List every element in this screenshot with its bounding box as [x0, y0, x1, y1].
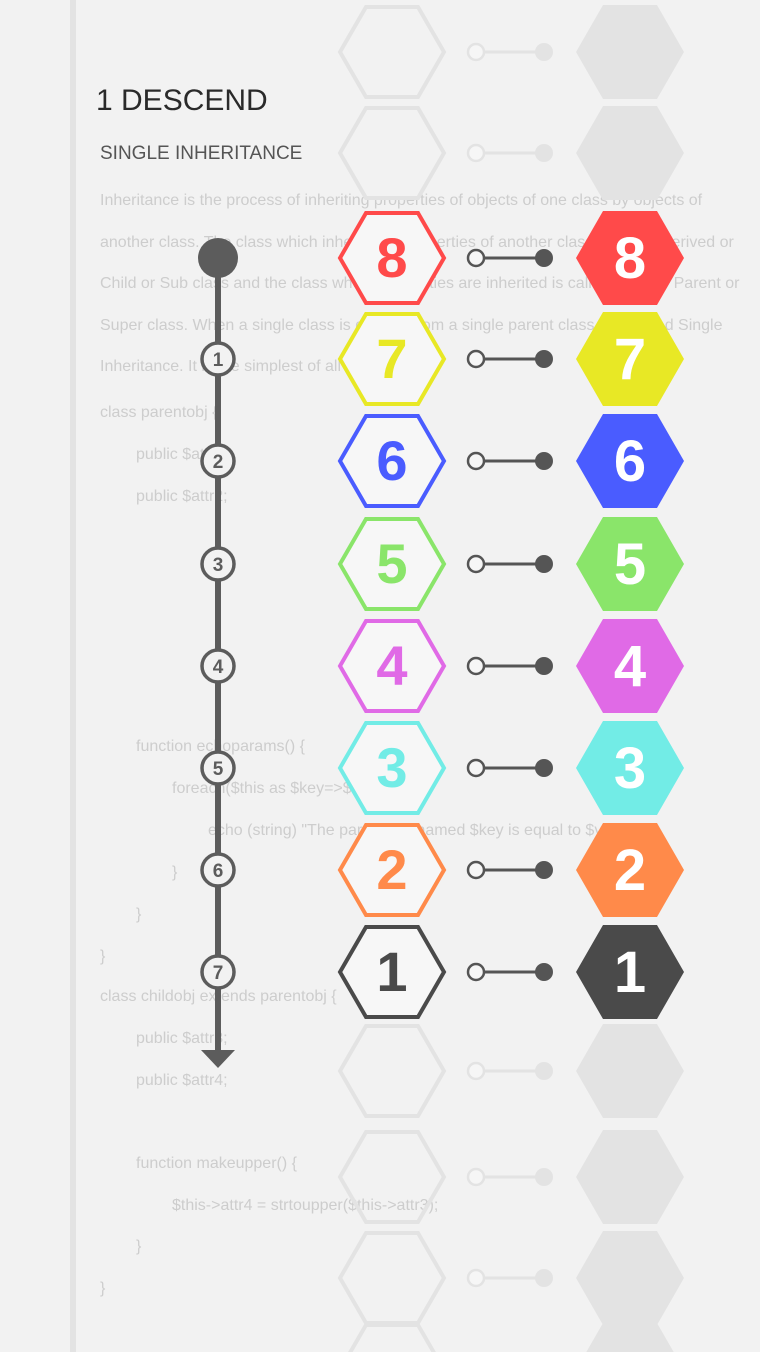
pair-connector	[466, 248, 553, 268]
timeline-step: 2	[200, 443, 236, 479]
timeline-step-label: 4	[213, 657, 224, 678]
right-hex-value: 8	[614, 226, 646, 291]
left-hex-value: 1	[376, 940, 407, 1003]
right-hex-tile[interactable]: 2	[576, 823, 684, 917]
left-hex-value: 7	[376, 327, 407, 390]
left-hex-value: 6	[376, 429, 407, 492]
right-hex-value: 1	[614, 940, 646, 1005]
left-hex-tile[interactable]: 4	[337, 619, 447, 713]
pair-row[interactable]: 77	[337, 312, 684, 406]
right-hex-tile[interactable]: 4	[576, 619, 684, 713]
pair-connector	[466, 656, 553, 676]
timeline-arrow-icon	[201, 1050, 235, 1068]
left-hex-value: 4	[376, 634, 407, 697]
timeline: 1 2 3 4 5 6 7	[198, 238, 238, 1068]
left-hex-tile[interactable]: 5	[337, 517, 447, 611]
right-hex-value: 4	[614, 634, 646, 699]
pair-row[interactable]: 66	[337, 414, 684, 508]
empty-row	[337, 106, 684, 200]
timeline-step-label: 1	[213, 350, 224, 371]
timeline-step-label: 5	[213, 759, 224, 780]
right-hex-value: 2	[614, 838, 646, 903]
empty-row	[348, 1323, 674, 1352]
timeline-step: 4	[200, 648, 236, 684]
timeline-step-label: 2	[213, 452, 224, 473]
empty-row	[337, 1024, 684, 1118]
timeline-step: 7	[200, 954, 236, 990]
left-hex-value: 5	[376, 532, 407, 595]
right-hex-tile[interactable]: 7	[576, 312, 684, 406]
timeline-step: 6	[200, 852, 236, 888]
timeline-start-dot	[198, 238, 238, 278]
pair-row[interactable]: 11	[337, 925, 684, 1019]
empty-row	[337, 1231, 684, 1325]
left-hex-tile[interactable]: 7	[337, 312, 447, 406]
left-hex-tile[interactable]: 1	[337, 925, 447, 1019]
left-hex-value: 8	[376, 226, 407, 289]
right-hex-tile[interactable]: 1	[576, 925, 684, 1019]
pair-connector	[466, 451, 553, 471]
right-hex-tile[interactable]: 6	[576, 414, 684, 508]
left-hex-tile[interactable]: 2	[337, 823, 447, 917]
left-hex-value: 3	[376, 736, 407, 799]
right-hex-value: 3	[614, 736, 646, 801]
pair-row[interactable]: 44	[337, 619, 684, 713]
timeline-step-label: 7	[213, 963, 224, 984]
timeline-step-label: 6	[213, 861, 224, 882]
pair-connector	[466, 758, 553, 778]
timeline-step: 1	[200, 341, 236, 377]
timeline-step: 5	[200, 750, 236, 786]
pair-connector	[466, 860, 553, 880]
pair-row[interactable]: 22	[337, 823, 684, 917]
right-hex-value: 7	[614, 327, 646, 392]
pair-row[interactable]: 88	[337, 211, 684, 305]
pair-connector	[466, 554, 553, 574]
pair-row[interactable]: 33	[337, 721, 684, 815]
pair-row[interactable]: 55	[337, 517, 684, 611]
left-hex-tile[interactable]: 6	[337, 414, 447, 508]
right-hex-tile[interactable]: 3	[576, 721, 684, 815]
timeline-step: 3	[200, 546, 236, 582]
right-hex-value: 5	[614, 532, 646, 597]
left-hex-tile[interactable]: 3	[337, 721, 447, 815]
empty-row	[337, 5, 684, 99]
pair-connector	[466, 962, 553, 982]
game-board[interactable]: 8 87 76 65 54 43 32 21 11234567	[0, 0, 760, 1352]
right-hex-tile[interactable]: 8	[576, 211, 684, 305]
empty-row	[337, 1130, 684, 1224]
left-hex-tile[interactable]: 8	[337, 211, 447, 305]
right-hex-value: 6	[614, 429, 646, 494]
right-hex-tile[interactable]: 5	[576, 517, 684, 611]
left-hex-value: 2	[376, 838, 407, 901]
pair-connector	[466, 349, 553, 369]
timeline-step-label: 3	[213, 555, 224, 576]
